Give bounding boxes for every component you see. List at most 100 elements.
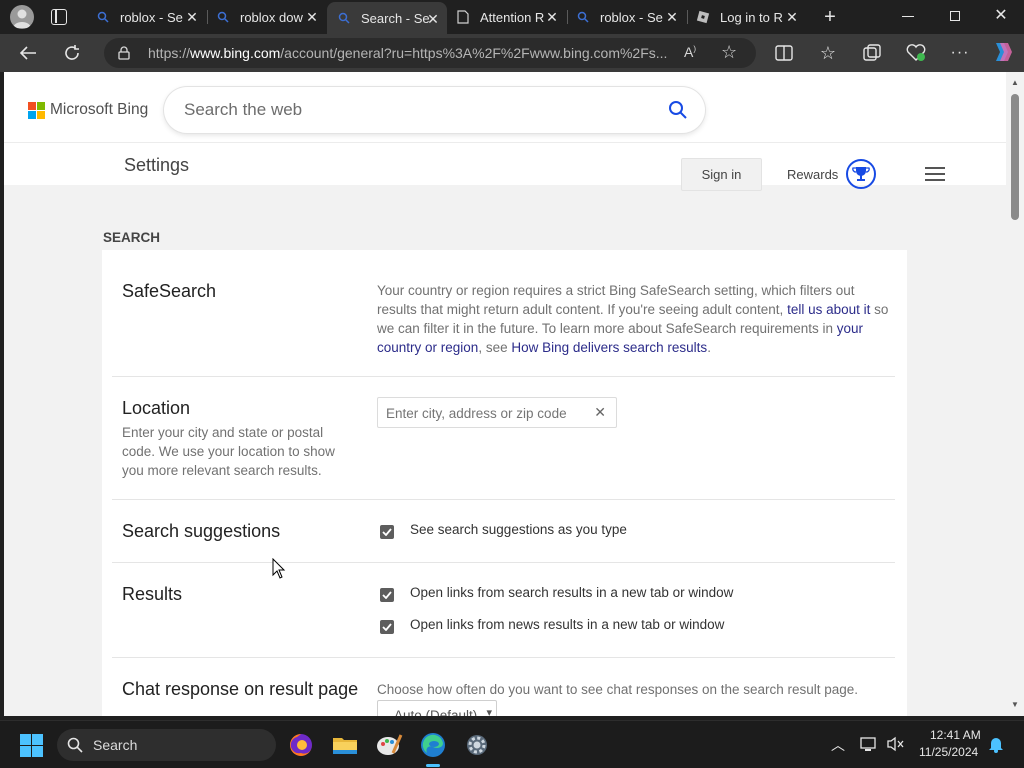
results-title: Results — [122, 584, 183, 604]
safesearch-link[interactable]: How Bing delivers search results — [511, 340, 707, 355]
rewards-trophy-icon[interactable] — [846, 159, 876, 189]
split-screen-icon[interactable] — [774, 43, 794, 63]
mouse-cursor-icon — [272, 557, 286, 585]
new-tab-button[interactable]: + — [820, 7, 840, 27]
microsoft-logo-icon[interactable] — [28, 102, 45, 119]
search-icon — [337, 11, 351, 25]
chat-response-select[interactable]: Auto (Default) ▾ — [377, 700, 497, 716]
tab-actions-icon[interactable] — [51, 9, 67, 25]
url-text: https://www.bing.com/account/general?ru=… — [148, 45, 678, 61]
search-icon — [96, 10, 110, 24]
tab-roblox-download[interactable]: roblox dow ✕ — [206, 0, 326, 34]
divider — [112, 376, 895, 377]
rewards-label[interactable]: Rewards — [787, 167, 838, 182]
scroll-up-icon[interactable]: ▲ — [1011, 78, 1019, 87]
bing-logo-text[interactable]: Microsoft Bing — [50, 101, 148, 119]
favorites-icon[interactable]: ☆ — [818, 43, 838, 63]
firefox-icon[interactable] — [287, 731, 315, 759]
select-value: Auto (Default) — [394, 708, 478, 716]
results-new-tab-label[interactable]: Open links from search results in a new … — [410, 585, 733, 600]
safesearch-text: Your country or region requires a strict… — [377, 283, 855, 317]
chevron-down-icon: ▾ — [486, 707, 492, 716]
safesearch-link[interactable]: tell us about it — [787, 302, 870, 317]
refresh-icon[interactable] — [62, 43, 82, 63]
divider — [112, 657, 895, 658]
divider — [112, 499, 895, 500]
tab-roblox-search-2[interactable]: roblox - Se ✕ — [566, 0, 686, 34]
divider — [112, 562, 895, 563]
bing-search-box[interactable] — [164, 87, 705, 133]
copilot-icon[interactable] — [990, 40, 1014, 64]
read-aloud-icon[interactable]: A) — [684, 44, 696, 60]
close-tab-icon[interactable]: ✕ — [784, 9, 800, 25]
close-tab-icon[interactable]: ✕ — [184, 9, 200, 25]
network-icon[interactable] — [860, 736, 878, 757]
profile-avatar[interactable] — [10, 5, 34, 29]
close-tab-icon[interactable]: ✕ — [664, 9, 680, 25]
page-scrollbar[interactable]: ▲ ▼ — [1006, 72, 1024, 716]
clear-icon[interactable]: ✕ — [594, 404, 606, 421]
location-title: Location — [122, 398, 191, 418]
location-description: Enter your city and state or postal code… — [122, 425, 335, 478]
clock-time[interactable]: 12:41 AM — [930, 728, 981, 742]
minimize-button[interactable] — [902, 16, 914, 17]
location-input[interactable] — [386, 404, 586, 422]
windows-start-icon[interactable] — [20, 734, 44, 758]
hamburger-menu-icon[interactable] — [925, 167, 945, 181]
search-input[interactable] — [184, 99, 654, 121]
paint-icon[interactable] — [375, 731, 403, 759]
chevron-up-icon[interactable]: ︿ — [831, 735, 845, 755]
bing-header: Microsoft Bing — [4, 72, 1006, 142]
edge-icon[interactable] — [419, 731, 447, 759]
settings-card: SafeSearch Your country or region requir… — [102, 250, 907, 716]
search-icon — [576, 10, 590, 24]
notification-bell-icon[interactable] — [988, 735, 1004, 758]
web-page: Microsoft Bing Settings Sign in Rewards … — [4, 72, 1006, 716]
results-new-tab-checkbox[interactable] — [380, 588, 394, 602]
tab-roblox-search-1[interactable]: roblox - Se ✕ — [86, 0, 206, 34]
taskbar-search-box[interactable]: Search — [57, 729, 276, 761]
close-tab-icon[interactable]: ✕ — [425, 11, 441, 27]
favorite-star-icon[interactable]: ☆ — [721, 42, 737, 63]
search-icon — [216, 10, 230, 24]
close-tab-icon[interactable]: ✕ — [544, 9, 560, 25]
file-explorer-icon[interactable] — [331, 731, 359, 759]
suggestions-checkbox[interactable] — [380, 525, 394, 539]
page-title: Settings — [124, 155, 190, 175]
restore-button[interactable] — [950, 11, 960, 21]
more-options-icon[interactable]: ··· — [950, 43, 970, 63]
clock-date[interactable]: 11/25/2024 — [919, 745, 978, 759]
tab-roblox-login[interactable]: Log in to R ✕ — [686, 0, 806, 34]
search-icon[interactable] — [668, 100, 688, 125]
close-window-button[interactable]: ✕ — [993, 8, 1009, 24]
volume-muted-icon[interactable] — [886, 736, 904, 757]
sign-in-button[interactable]: Sign in — [681, 158, 762, 191]
scroll-down-icon[interactable]: ▼ — [1011, 700, 1019, 709]
lock-icon[interactable] — [118, 46, 130, 65]
browser-toolbar: https://www.bing.com/account/general?ru=… — [0, 34, 1024, 72]
close-tab-icon[interactable]: ✕ — [304, 9, 320, 25]
chat-response-title: Chat response on result page — [122, 679, 359, 699]
scrollbar-thumb[interactable] — [1011, 94, 1019, 220]
section-heading: SEARCH — [103, 230, 161, 245]
browser-titlebar: roblox - Se ✕ roblox dow ✕ Search - Se ✕… — [0, 0, 1024, 34]
url-path: /account/general?ru=https%3A%2F%2Fwww.bi… — [280, 45, 668, 61]
windows-taskbar: Search ︿ 12:41 AM 11/25/2024 — [0, 720, 1024, 768]
roblox-icon — [696, 10, 710, 24]
suggestions-label[interactable]: See search suggestions as you type — [410, 522, 627, 537]
settings-icon[interactable] — [463, 731, 491, 759]
news-new-tab-checkbox[interactable] — [380, 620, 394, 634]
page-icon — [456, 10, 470, 24]
active-app-indicator — [426, 764, 440, 767]
browser-essentials-icon[interactable] — [906, 43, 926, 63]
news-new-tab-label[interactable]: Open links from news results in a new ta… — [410, 617, 724, 632]
sign-in-label: Sign in — [701, 167, 742, 182]
location-input-box[interactable]: ✕ — [377, 397, 617, 428]
tab-search-settings[interactable]: Search - Se ✕ — [327, 2, 447, 34]
back-icon[interactable] — [18, 43, 38, 63]
collections-icon[interactable] — [862, 43, 882, 63]
address-bar[interactable]: https://www.bing.com/account/general?ru=… — [104, 38, 756, 68]
safesearch-title: SafeSearch — [122, 281, 217, 301]
safesearch-text: . — [707, 340, 711, 355]
tab-attention[interactable]: Attention R ✕ — [446, 0, 566, 34]
